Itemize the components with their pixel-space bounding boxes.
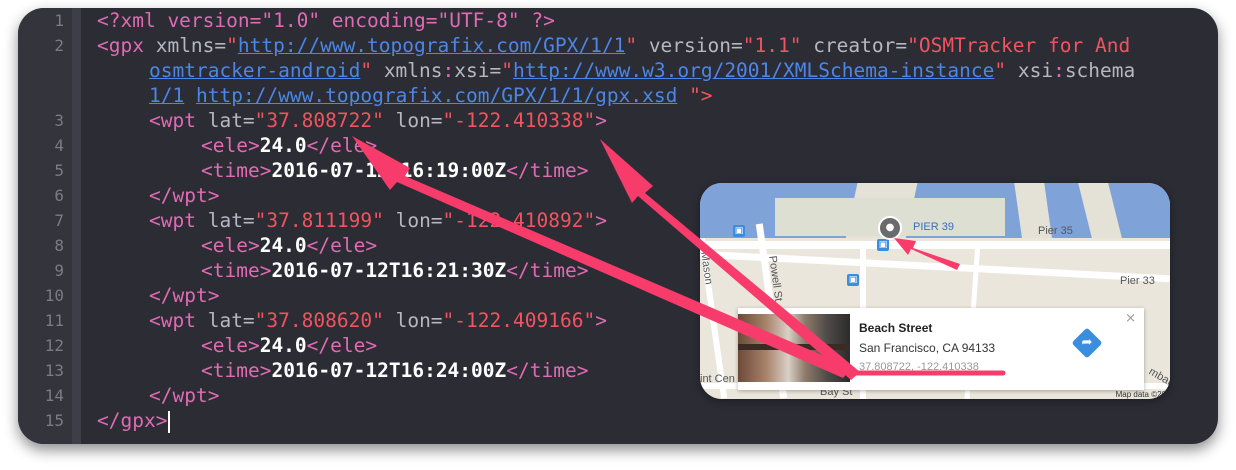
code-line-wpt-open[interactable]: <wpt lat="37.808722" lon="-122.410338"> (149, 108, 607, 133)
line-number-gutter: 1 2 3 4 5 6 7 8 9 10 11 12 13 14 15 (18, 8, 81, 444)
xsi-link[interactable]: http://www.w3.org/2001/XMLSchema-instanc… (513, 59, 994, 82)
code-line-wpt-open[interactable]: <wpt lat="37.808620" lon="-122.409166"> (149, 308, 607, 333)
wpt-lon: -122.409166 (454, 309, 584, 332)
code-line-gpx-open-wrap-1[interactable]: osmtracker-android" xmlns:xsi="http://ww… (149, 58, 1135, 83)
gutter-divider (72, 8, 81, 444)
code-line-wpt-close[interactable]: </wpt> (149, 183, 219, 208)
wpt-ele: 24.0 (259, 234, 307, 257)
transit-icon[interactable]: ▣ (847, 274, 859, 286)
line-number: 3 (54, 111, 64, 130)
transit-icon[interactable]: ▣ (877, 239, 889, 251)
code-line-time[interactable]: <time>2016-07-12T16:19:00Z</time> (201, 158, 588, 183)
line-number: 15 (44, 411, 64, 430)
place-coordinates: 37.808722, -122.410338 (859, 361, 979, 373)
wpt-lon: -122.410892 (454, 209, 584, 232)
thumbnail-awning (738, 344, 850, 350)
line-number: 7 (54, 211, 64, 230)
line-number: 11 (44, 311, 64, 330)
wpt-time: 2016-07-12T16:21:30Z (271, 259, 507, 282)
street-view-thumbnail[interactable] (738, 314, 850, 382)
code-line-wpt-close[interactable]: </wpt> (149, 383, 219, 408)
code-line-gpx-open[interactable]: <gpx xmlns="http://www.topografix.com/GP… (97, 33, 1130, 58)
line-number: 5 (54, 161, 64, 180)
map-view[interactable]: PIER 39 Pier 35 Pier 33 Powell St Mason … (700, 183, 1170, 399)
line-number: 10 (44, 286, 64, 305)
wpt-time: 2016-07-12T16:24:00Z (271, 359, 507, 382)
int-cen-label: int Cen (700, 373, 735, 385)
code-line-gpx-open-wrap-2[interactable]: 1/1 http://www.topografix.com/GPX/1/1/gp… (149, 83, 713, 108)
line-number: 2 (54, 36, 64, 55)
line-number: 9 (54, 261, 64, 280)
code-line-wpt-close[interactable]: </wpt> (149, 283, 219, 308)
pier-33-label: Pier 33 (1120, 275, 1155, 287)
wpt-ele: 24.0 (259, 134, 307, 157)
line-number: 4 (54, 136, 64, 155)
line-number: 8 (54, 236, 64, 255)
code-line-time[interactable]: <time>2016-07-12T16:24:00Z</time> (201, 358, 588, 383)
schema-link-part[interactable]: 1/1 (149, 84, 184, 107)
creator-link[interactable]: osmtracker-android (149, 59, 360, 82)
text-cursor (168, 410, 171, 433)
road-embarcadero (700, 241, 1170, 249)
location-pin-icon[interactable]: ● (878, 216, 902, 240)
wpt-lat: 37.808620 (266, 309, 373, 332)
pier-39-label: PIER 39 (913, 221, 954, 233)
map-data-attribution: Map data ©20 (1115, 390, 1166, 399)
xmlns-link[interactable]: http://www.topografix.com/GPX/1/1 (238, 34, 625, 57)
pier-35-label: Pier 35 (1038, 225, 1073, 237)
place-info-card[interactable]: Beach Street San Francisco, CA 94133 37.… (738, 308, 1144, 390)
place-address: San Francisco, CA 94133 (859, 341, 996, 355)
transit-icon[interactable]: ▣ (733, 225, 745, 237)
line-number: 12 (44, 336, 64, 355)
line-number: 6 (54, 186, 64, 205)
wpt-lat: 37.808722 (266, 109, 373, 132)
schema-xsd-link[interactable]: http://www.topografix.com/GPX/1/1/gpx.xs… (196, 84, 677, 107)
directions-arrow-icon: ➦ (1081, 335, 1093, 350)
wpt-lon: -122.410338 (454, 109, 584, 132)
line-number: 14 (44, 386, 64, 405)
code-line-gpx-close[interactable]: </gpx> (97, 408, 171, 433)
code-line-ele[interactable]: <ele>24.0</ele> (201, 333, 377, 358)
close-icon[interactable]: × (1125, 311, 1136, 326)
code-line-wpt-open[interactable]: <wpt lat="37.811199" lon="-122.410892"> (149, 208, 607, 233)
code-line-xml-declaration[interactable]: <?xml version="1.0" encoding="UTF-8" ?> (97, 8, 555, 33)
line-number: 1 (54, 11, 64, 30)
place-title: Beach Street (859, 321, 933, 335)
wpt-ele: 24.0 (259, 334, 307, 357)
wpt-time: 2016-07-12T16:19:00Z (271, 159, 507, 182)
wpt-lat: 37.811199 (266, 209, 373, 232)
code-line-ele[interactable]: <ele>24.0</ele> (201, 133, 377, 158)
code-line-time[interactable]: <time>2016-07-12T16:21:30Z</time> (201, 258, 588, 283)
code-line-ele[interactable]: <ele>24.0</ele> (201, 233, 377, 258)
line-number: 13 (44, 361, 64, 380)
